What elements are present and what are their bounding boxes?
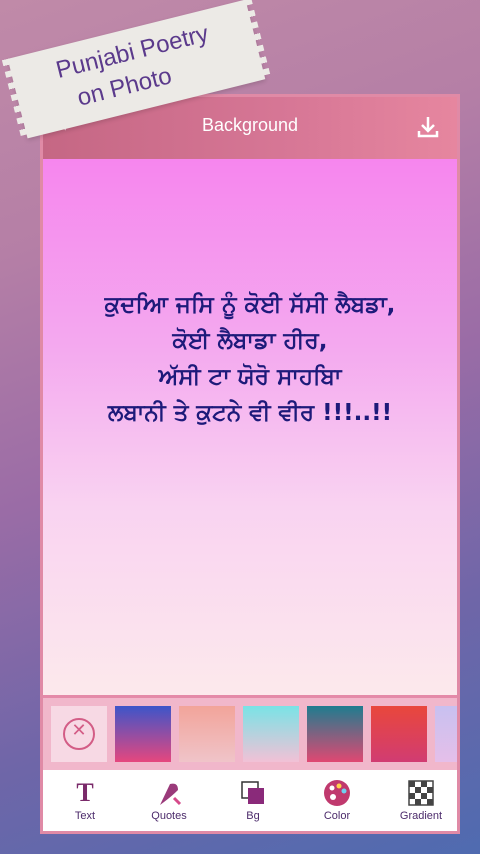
text-icon: T — [76, 778, 94, 807]
tool-label: Color — [323, 810, 351, 822]
bottom-toolbar: T Text Quotes Bg Color Gradient — [43, 770, 457, 831]
tool-label: Bg — [246, 810, 260, 822]
swatch-3[interactable] — [243, 706, 299, 762]
poem-line: ਅੱਸੀ ਟਾ ਯੋਰੋ ਸਾਹਬਿਾ — [158, 364, 342, 390]
tool-label: Gradient — [399, 810, 443, 822]
poem-line: ਕੁਦਆਿ ਜਸਿ ਨੂੰ ਕੋਈ ਸੱਸੀ ਲੈਬਡਾ, — [104, 292, 396, 318]
swatch-5[interactable] — [371, 706, 427, 762]
quill-icon — [127, 778, 211, 808]
tool-color[interactable]: Color — [295, 778, 379, 822]
layers-icon — [211, 778, 295, 808]
tool-label: Text — [74, 810, 96, 822]
tool-bg[interactable]: Bg — [211, 778, 295, 822]
close-icon-glyph: ✕ — [71, 720, 87, 741]
clear-background-button[interactable]: ✕ — [51, 706, 107, 762]
phone-screen: ‹ Background ਕੁਦਆਿ ਜਸਿ ਨੂੰ ਕੋਈ ਸੱਸੀ ਲੈਬਡ… — [40, 94, 460, 834]
background-swatch-strip[interactable]: ✕ — [43, 695, 457, 770]
palette-icon — [295, 778, 379, 808]
swatch-4[interactable] — [307, 706, 363, 762]
poem-text[interactable]: ਕੁਦਆਿ ਜਸਿ ਨੂੰ ਕੋਈ ਸੱਸੀ ਲੈਬਡਾ, ਕੋਈ ਲੈਬਾਡਾ… — [43, 287, 457, 431]
poetry-canvas[interactable]: ਕੁਦਆਿ ਜਸਿ ਨੂੰ ਕੋਈ ਸੱਸੀ ਲੈਬਡਾ, ਕੋਈ ਲੈਬਾਡਾ… — [43, 159, 457, 695]
swatch-2[interactable] — [179, 706, 235, 762]
swatch-6[interactable] — [435, 706, 457, 762]
tool-text[interactable]: T Text — [43, 778, 127, 822]
poem-line: ਕੋਈ ਲੈਬਾਡਾ ਹੀਰ, — [172, 328, 328, 354]
tool-quotes[interactable]: Quotes — [127, 778, 211, 822]
tool-label: Quotes — [151, 810, 187, 822]
download-icon[interactable] — [417, 115, 439, 139]
tool-gradient[interactable]: Gradient — [379, 778, 457, 822]
checker-icon — [379, 778, 457, 808]
swatch-1[interactable] — [115, 706, 171, 762]
poem-line: ਲਬਾਨੀ ਤੇ ਕੁਟਨੇ ਵੀ ਵੀਰ !!!..!! — [107, 400, 393, 426]
